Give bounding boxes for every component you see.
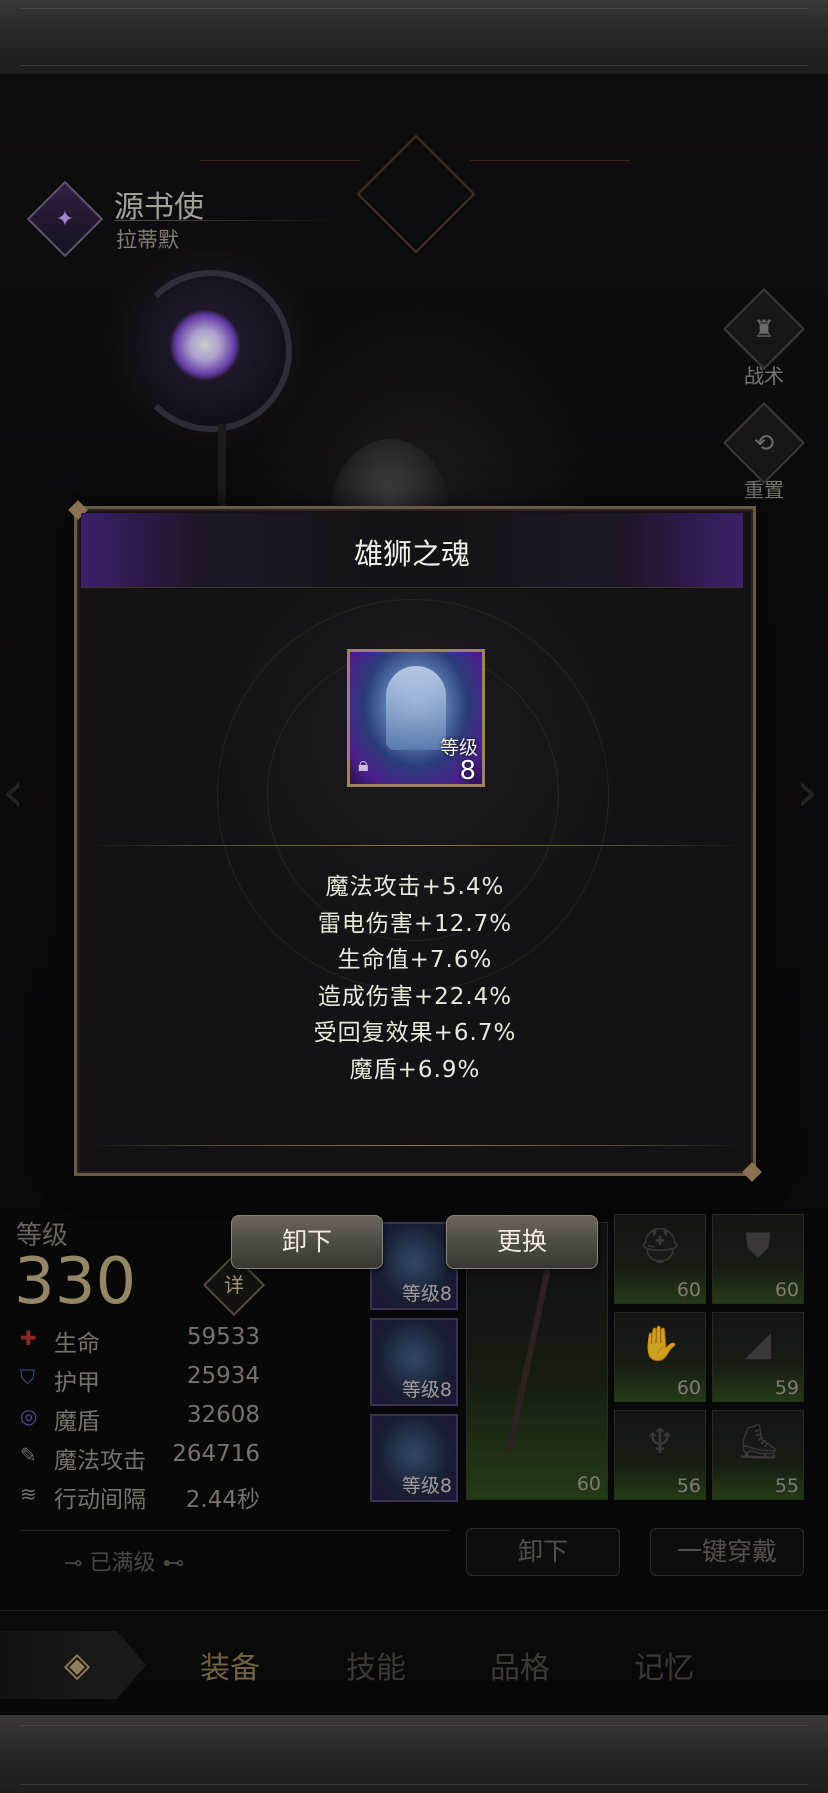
attribute-line: 雷电伤害+12.7%: [317, 910, 513, 937]
bottom-frame: [0, 1715, 828, 1793]
item-level-value: 8: [459, 756, 476, 786]
modal-title: 雄狮之魂: [353, 537, 470, 571]
item-detail-modal: 雄狮之魂 🔒︎ 等级 8 魔法攻击+5.4% 雷电伤害+12.7% 生命值+7.…: [74, 506, 756, 1176]
modal-bottom-divider: [87, 1145, 743, 1146]
attribute-line: 造成伤害+22.4%: [317, 983, 513, 1010]
attribute-line: 魔盾+6.9%: [349, 1056, 481, 1083]
top-frame: [0, 0, 828, 76]
attribute-line: 魔法攻击+5.4%: [325, 874, 505, 900]
attribute-list: 魔法攻击+5.4% 雷电伤害+12.7% 生命值+7.6% 造成伤害+22.4%…: [77, 869, 753, 1088]
modal-divider: [87, 845, 743, 846]
attribute-line: 受回复效果+6.7%: [313, 1020, 517, 1046]
item-card: 🔒︎ 等级 8: [347, 649, 485, 787]
modal-header: 雄狮之魂: [81, 513, 743, 588]
attribute-line: 生命值+7.6%: [337, 947, 493, 973]
lock-icon: 🔒︎: [358, 752, 369, 776]
lion-soul-rune-icon: [386, 666, 446, 750]
unequip-button[interactable]: 卸下: [231, 1215, 383, 1269]
replace-button[interactable]: 更换: [446, 1215, 598, 1269]
